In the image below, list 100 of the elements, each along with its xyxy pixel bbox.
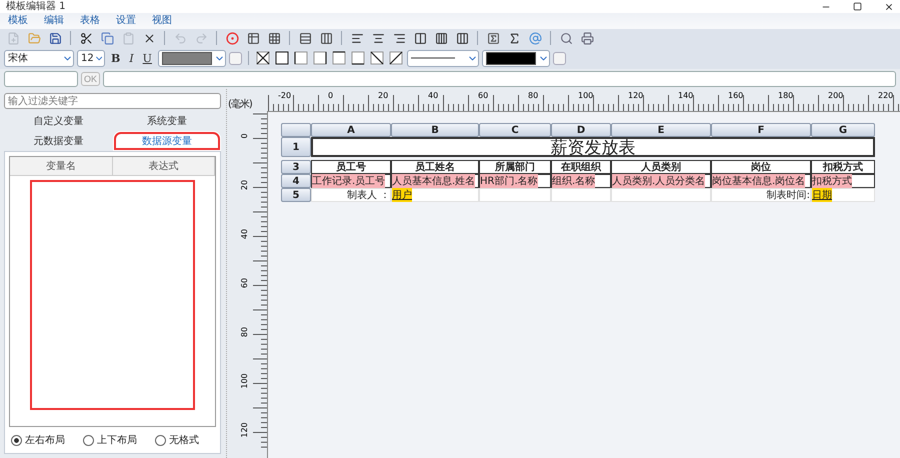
box-border-icon[interactable] [274, 50, 290, 66]
table-cell: 在职组织 [551, 160, 611, 174]
table-icon[interactable] [246, 32, 260, 44]
scissors-icon[interactable] [80, 32, 92, 44]
ruler-label: 200 [828, 91, 844, 100]
color-swatch [486, 52, 536, 64]
corner-header [281, 123, 311, 137]
row-header: 1 [281, 137, 311, 157]
ruler-label: 40 [428, 91, 438, 100]
column-header: F [711, 123, 811, 137]
columns-icon[interactable] [434, 32, 448, 44]
table-cell: 制表时间: [711, 188, 811, 202]
sigma-icon[interactable] [508, 32, 520, 44]
filter-field[interactable]: 输入过滤关键字 [4, 93, 221, 109]
ruler-label: 60 [240, 278, 249, 288]
table-cell: 员工号 [311, 160, 391, 174]
column-header: D [551, 123, 611, 137]
columns-icon[interactable] [456, 32, 468, 44]
grid-icon[interactable] [268, 32, 280, 44]
window-title: 模板编辑器 1 [6, 0, 66, 12]
tab[interactable]: 元数据变量 [4, 131, 112, 151]
menu-item[interactable]: 模板 [0, 13, 36, 29]
right-border-icon[interactable] [312, 50, 328, 66]
field-tag: 人员基本信息.姓名 [392, 174, 476, 188]
at-icon[interactable] [528, 32, 542, 44]
menu-item[interactable]: 表格 [72, 13, 108, 29]
printer-icon[interactable] [580, 32, 594, 44]
menu-item[interactable]: 设置 [108, 13, 144, 29]
no-border-icon[interactable] [254, 50, 271, 66]
color-swatch [162, 52, 212, 64]
field-tag: 扣税方式 [812, 174, 852, 188]
ruler-label: 160 [728, 91, 744, 100]
circle-icon[interactable] [226, 32, 238, 44]
size-select[interactable]: 12 [77, 50, 105, 66]
ruler-label: 0 [240, 133, 249, 139]
tab[interactable]: 系统变量 [112, 111, 221, 131]
diagonal-down-icon[interactable] [368, 50, 385, 66]
table-cell: 制表人 ： [311, 188, 391, 202]
sigma-box-icon[interactable] [486, 32, 500, 44]
row-header: 3 [281, 160, 311, 174]
field-tag: HR部门.名称 [480, 174, 538, 188]
menu-item[interactable]: 视图 [144, 13, 180, 29]
table-cell: 人员类别 [611, 160, 711, 174]
restore-icon[interactable] [853, 2, 862, 10]
row-header: 4 [281, 174, 311, 188]
align-left-icon[interactable] [350, 32, 364, 44]
font-style-button[interactable]: U [140, 52, 155, 64]
column-header: B [391, 123, 479, 137]
ruler-label: 60 [478, 91, 488, 100]
ruler-label: 80 [240, 326, 249, 338]
row-header: 5 [281, 188, 311, 202]
fill-color-select[interactable] [158, 50, 226, 66]
tab[interactable]: 自定义变量 [4, 111, 112, 131]
column-header: A [311, 123, 391, 137]
line-style-select[interactable] [406, 50, 479, 66]
checkbox[interactable] [552, 52, 566, 64]
save-icon[interactable] [48, 32, 62, 44]
x-icon[interactable] [142, 32, 156, 44]
align-center-icon[interactable] [372, 32, 384, 44]
column-header: 变量名 [10, 157, 112, 175]
close-icon[interactable] [884, 2, 894, 12]
ruler-label: 20 [378, 91, 388, 100]
tab[interactable]: 数据源变量 [112, 131, 221, 151]
diagonal-up-icon[interactable] [388, 50, 404, 66]
formula-field[interactable] [103, 71, 896, 87]
ruler-label: 180 [778, 91, 794, 100]
rows-icon[interactable] [298, 32, 312, 44]
columns-icon[interactable] [320, 32, 332, 44]
parameter-tag: 用户 [392, 188, 412, 202]
ruler-label: 40 [240, 228, 249, 240]
layout-radio[interactable]: 无格式 [155, 433, 199, 447]
table-cell: 岗位 [711, 160, 811, 174]
bottom-border-icon[interactable] [350, 50, 366, 66]
ruler-label: 140 [678, 91, 694, 100]
columns-icon[interactable] [414, 32, 426, 44]
cell-name-field[interactable] [4, 71, 78, 87]
ruler-label: 100 [578, 91, 594, 100]
top-border-icon[interactable] [330, 50, 347, 66]
field-tag: 岗位基本信息.岗位名 [712, 174, 806, 188]
menu-item[interactable]: 编辑 [36, 13, 72, 29]
ruler-label: 120 [628, 91, 644, 100]
column-header: E [611, 123, 711, 137]
align-right-icon[interactable] [392, 32, 406, 44]
left-border-icon[interactable] [292, 50, 309, 66]
ruler-label: 220 [878, 91, 894, 100]
line-color-select[interactable] [482, 50, 550, 66]
field-tag: 人员类别.人员分类名 [612, 174, 706, 188]
font-select[interactable]: 宋体 [4, 50, 74, 66]
magnifier-icon[interactable] [560, 32, 572, 44]
copy-icon[interactable] [100, 32, 114, 44]
table-cell: 扣税方式 [811, 160, 875, 174]
table-cell: 员工姓名 [391, 160, 479, 174]
checkbox[interactable] [228, 52, 242, 64]
ruler-label: 100 [240, 373, 249, 389]
sheet-title: 薪资发放表 [311, 137, 875, 157]
font-style-button[interactable]: I [126, 52, 137, 64]
ruler-label: 20 [240, 180, 249, 190]
layout-radio[interactable]: 左右布局 [11, 433, 65, 447]
layout-radio[interactable]: 上下布局 [83, 433, 137, 447]
font-style-button[interactable]: B [108, 52, 124, 64]
